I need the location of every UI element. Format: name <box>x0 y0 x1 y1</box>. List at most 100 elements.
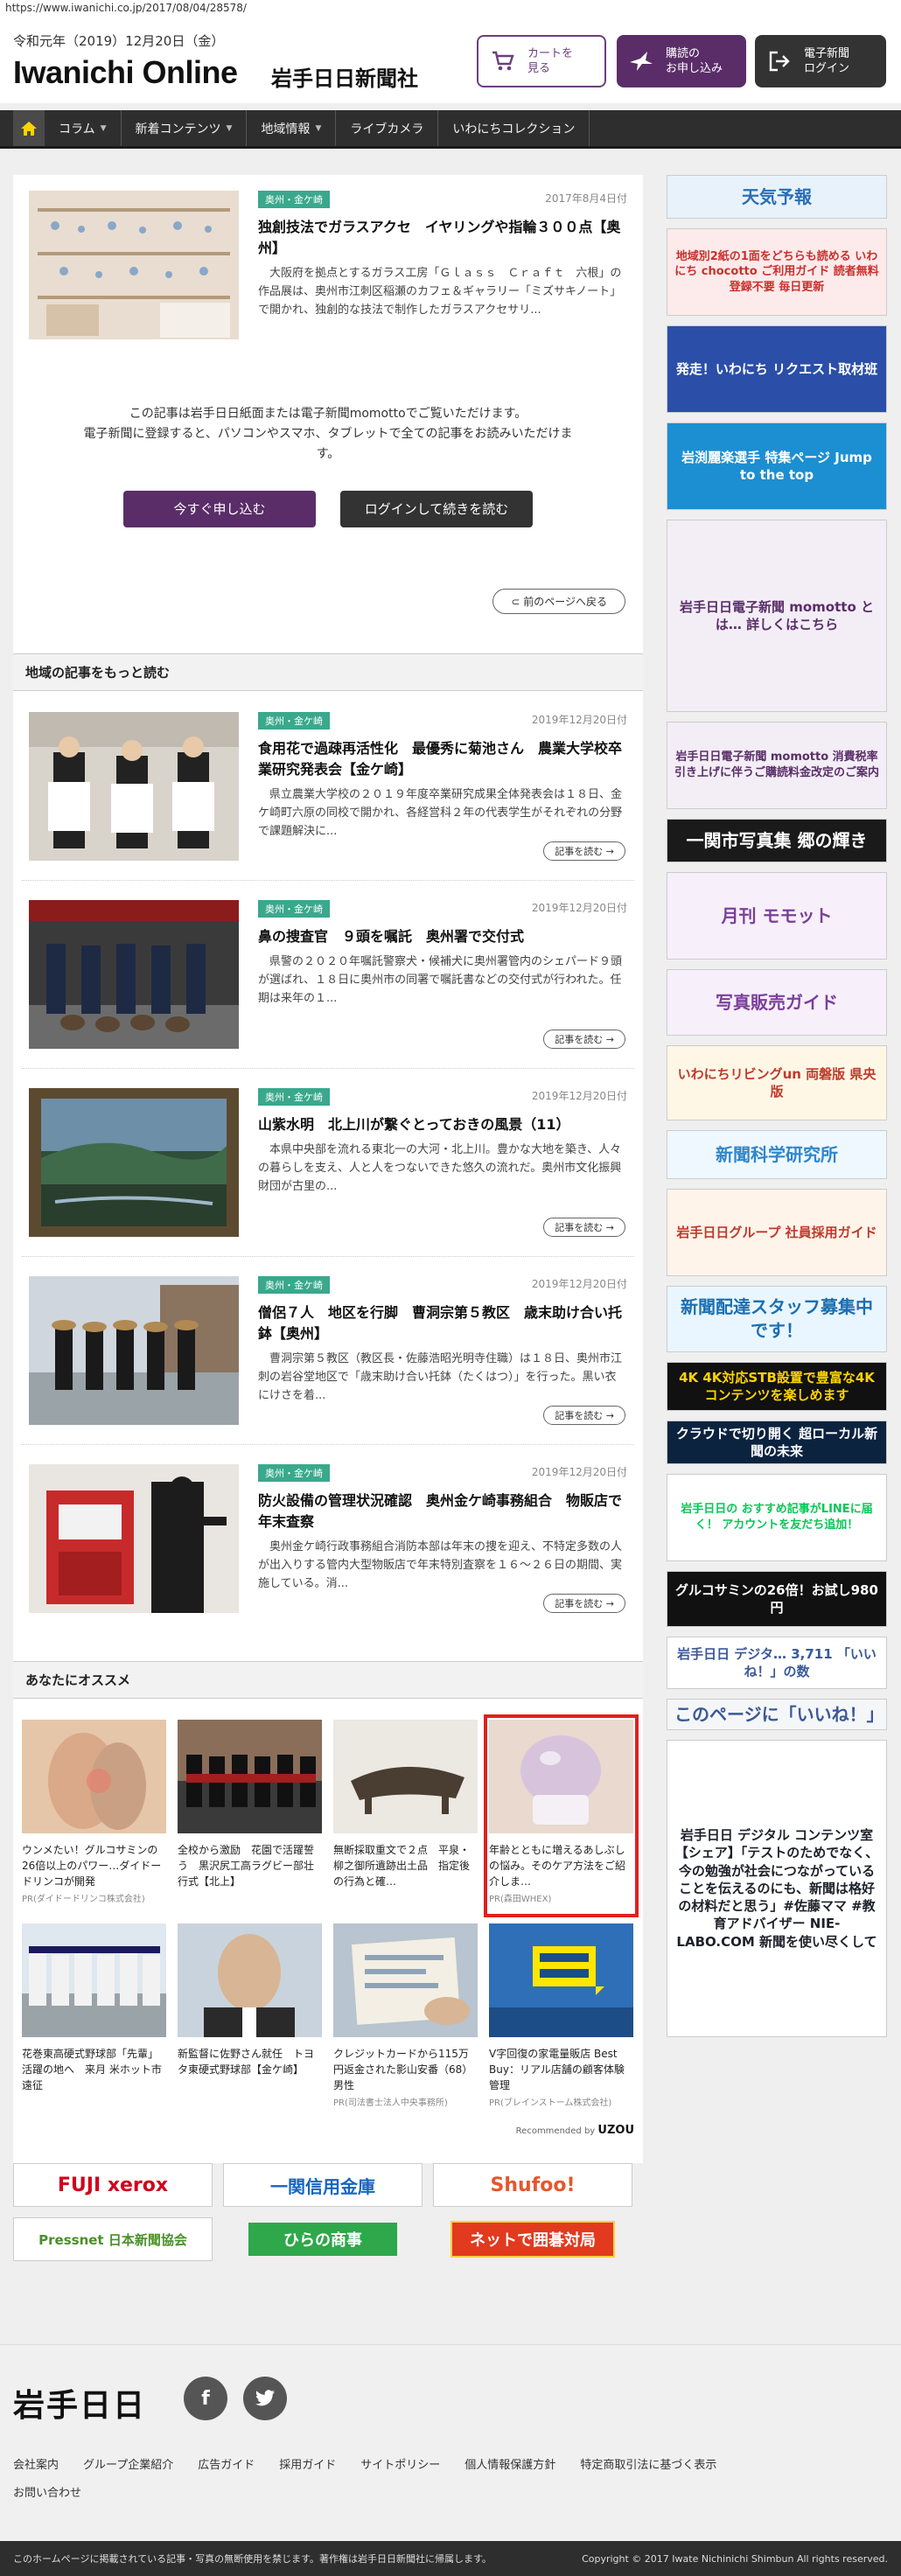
recommend-card[interactable]: 年齢とともに増えるあしぶしの悩み。そのケア方法をご紹介しま… PR(森田WHEX… <box>484 1714 639 1917</box>
site-header: 令和元年（2019）12月20日（金） Iwanichi Online 岩手日日… <box>0 16 901 103</box>
article-title: 僧侶７人 地区を行脚 曹洞宗第５教区 歳末助け合い托鉢【奥州】 <box>258 1304 623 1342</box>
recommend-thumbnail <box>489 1720 633 1833</box>
facebook-icon[interactable]: f <box>184 2377 227 2420</box>
area-tag[interactable]: 奥州・金ケ崎 <box>258 712 330 730</box>
read-more-button[interactable]: 記事を読む → <box>543 841 625 861</box>
partner-banners: FUJI xerox 一関信用金庫 Shufoo! Pressnet 日本新聞協… <box>13 2163 643 2296</box>
area-tag[interactable]: 奥州・金ケ崎 <box>258 900 330 918</box>
sidebar-banner[interactable]: いわにちリビングun 両磐版 県央版 <box>667 1045 887 1120</box>
area-tag[interactable]: 奥州・金ケ崎 <box>258 1464 330 1482</box>
nav-item-live-camera[interactable]: ライブカメラ <box>336 110 439 146</box>
cart-button[interactable]: カートを 見る <box>477 35 606 87</box>
article-summary: 大阪府を拠点とするガラス工房「Ｇｌａｓｓ Ｃｒａｆｔ 六根」の作品展は、奥州市江… <box>258 267 622 317</box>
read-more-button[interactable]: 記事を読む → <box>543 1406 625 1425</box>
site-logo[interactable]: Iwanichi Online <box>13 54 238 91</box>
sidebar-banner[interactable]: 岩手日日の おすすめ記事がLINEに届く！ アカウントを友だち追加！ <box>667 1474 887 1561</box>
recommend-card[interactable]: 新監督に佐野さん就任 トヨタ東硬式野球部【金ケ崎】 <box>178 1923 322 2108</box>
arrow-right-icon: → <box>605 1598 614 1609</box>
recommend-thumbnail <box>22 1720 166 1833</box>
sidebar-banner[interactable]: 天気予報 <box>667 175 887 219</box>
partner-ichinoseki-shinkin[interactable]: 一関信用金庫 <box>223 2163 423 2207</box>
partner-fuji-xerox[interactable]: FUJI xerox <box>13 2163 213 2207</box>
sidebar-banner[interactable]: 発走！いわにち リクエスト取材班 <box>667 325 887 413</box>
area-tag[interactable]: 奥州・金ケ崎 <box>258 1088 330 1106</box>
list-item[interactable]: 奥州・金ケ崎 2019年12月20日付 僧侶７人 地区を行脚 曹洞宗第５教区 歳… <box>22 1276 634 1445</box>
sidebar-banner[interactable]: 岩手日日グループ 社員採用ガイド <box>667 1189 887 1276</box>
site-logo-sub: 岩手日日新聞社 <box>271 66 418 91</box>
area-tag[interactable]: 奥州・金ケ崎 <box>258 1276 330 1294</box>
nav-item-new-content[interactable]: 新着コンテンツ ▼ <box>122 110 248 146</box>
list-item[interactable]: 奥州・金ケ崎 2019年12月20日付 山紫水明 北上川が繋ぐとっておきの風景（… <box>22 1088 634 1257</box>
footer-link-commerce-law[interactable]: 特定商取引法に基づく表示 <box>580 2455 716 2472</box>
footer-link-recruit[interactable]: 採用ガイド <box>279 2455 336 2472</box>
sidebar-banner[interactable]: グルコサミンの26倍！お試し980円 <box>667 1571 887 1627</box>
article-date: 2019年12月20日付 <box>531 714 627 726</box>
footer-link-ad-guide[interactable]: 広告ガイド <box>198 2455 255 2472</box>
recommended-by: Recommended by UZOU <box>515 2124 634 2137</box>
partner-hirano-shoji[interactable]: ひらの商事 <box>223 2217 423 2261</box>
sidebar-banner[interactable]: 岩手日日 デジタ… 3,711 「いいね！」の数 <box>667 1637 887 1689</box>
nav-item-local-info[interactable]: 地域情報 ▼ <box>247 110 337 146</box>
login-button[interactable]: 電子新聞 ログイン <box>755 35 886 87</box>
sidebar-banner[interactable]: 岩手日日電子新聞 momotto とは… 詳しくはこちら <box>667 520 887 712</box>
login-to-continue-button[interactable]: ログインして続きを読む <box>340 491 533 527</box>
sidebar-banner[interactable]: 4K 4K対応STB設置で豊富な4Kコンテンツを楽しめます <box>667 1362 887 1411</box>
subscribe-now-button[interactable]: 今すぐ申し込む <box>123 491 316 527</box>
area-tag[interactable]: 奥州・金ケ崎 <box>258 191 330 208</box>
footer-link-group[interactable]: グループ企業紹介 <box>83 2455 173 2472</box>
sidebar-banner[interactable]: 一関市写真集 郷の輝き <box>667 819 887 862</box>
recommend-card[interactable]: クレジットカードから115万円返金された影山安番（68）男性 PR(司法書士法人… <box>333 1923 478 2108</box>
main-nav: コラム ▼ 新着コンテンツ ▼ 地域情報 ▼ ライブカメラ いわにちコレクション <box>0 110 901 149</box>
list-item[interactable]: 奥州・金ケ崎 2019年12月20日付 食用花で過疎再活性化 最優秀に菊池さん … <box>22 712 634 881</box>
partner-shufoo[interactable]: Shufoo! <box>433 2163 632 2207</box>
copyright: Copyright © 2017 Iwate Nichinichi Shimbu… <box>582 2552 888 2565</box>
uzou-logo[interactable]: UZOU <box>597 2124 634 2137</box>
article-title: 食用花で過疎再活性化 最優秀に菊池さん 農業大学校卒業研究発表会【金ケ崎】 <box>258 740 623 778</box>
nav-item-column[interactable]: コラム ▼ <box>45 110 122 146</box>
article-thumbnail <box>29 900 239 1049</box>
article-date: 2019年12月20日付 <box>531 1090 627 1102</box>
recommend-thumbnail <box>22 1923 166 2037</box>
sidebar-banner[interactable]: 岩手日日 デジタル コンテンツ室 【シェア】「テストのためでなく、今の勉強が社会… <box>667 1740 887 2037</box>
sidebar-banner[interactable]: このページに「いいね！」 <box>667 1699 887 1730</box>
sidebar-banner[interactable]: 月刊 モモット <box>667 872 887 960</box>
sidebar-banner[interactable]: 写真販売ガイド <box>667 969 887 1036</box>
recommend-card[interactable]: ウンメたい！グルコサミンの26倍以上のパワー…ダイドードリンコが開発 PR(ダイ… <box>22 1720 166 1904</box>
recommend-card[interactable]: V字回復の家電量販店 Best Buy：リアル店舗の顧客体験管理 PR(ブレイン… <box>489 1923 633 2108</box>
recommend-card[interactable]: 無断採取重文で２点 平泉・柳之御所遺跡出土品 指定後の行為と確… <box>333 1720 478 1904</box>
usage-notice: このホームページに掲載されている記事・写真の無断使用を禁じます。著作権は岩手日日… <box>13 2553 492 2565</box>
twitter-icon[interactable] <box>243 2377 287 2420</box>
back-button[interactable]: ⊂ 前のページへ戻る <box>492 589 625 614</box>
cart-icon <box>489 47 517 75</box>
read-more-button[interactable]: 記事を読む → <box>543 1594 625 1613</box>
read-more-button[interactable]: 記事を読む → <box>543 1030 625 1049</box>
subscribe-button[interactable]: 購読の お申し込み <box>617 35 746 87</box>
footer-link-privacy[interactable]: 個人情報保護方針 <box>464 2455 555 2472</box>
recommend-thumbnail <box>333 1923 478 2037</box>
nav-item-collection[interactable]: いわにちコレクション <box>438 110 590 146</box>
home-button[interactable] <box>13 110 45 146</box>
more-articles-list: 奥州・金ケ崎 2019年12月20日付 食用花で過疎再活性化 最優秀に菊池さん … <box>13 712 643 1652</box>
sidebar-banner[interactable]: 岩渕麗楽選手 特集ページ Jump to the top <box>667 422 887 510</box>
recommend-card[interactable]: 花巻東高硬式野球部「先輩」活躍の地へ 来月 米ホット市遠征 <box>22 1923 166 2108</box>
partner-net-igo[interactable]: ネットで囲碁対局 <box>433 2217 632 2261</box>
sidebar-banner[interactable]: 新聞配達スタッフ募集中です！ <box>667 1286 887 1352</box>
footer-link-contact[interactable]: お問い合わせ <box>13 2483 81 2500</box>
footer-link-company[interactable]: 会社案内 <box>13 2455 59 2472</box>
article-thumbnail <box>29 1276 239 1425</box>
footer-logo[interactable]: 岩手日日 <box>13 2380 146 2426</box>
list-item[interactable]: 奥州・金ケ崎 2019年12月20日付 鼻の捜査官 ９頭を嘱託 奥州署で交付式 … <box>22 900 634 1069</box>
partner-pressnet[interactable]: Pressnet 日本新聞協会 <box>13 2217 213 2261</box>
footer-link-site-policy[interactable]: サイトポリシー <box>360 2455 440 2472</box>
login-icon <box>765 47 793 75</box>
sidebar-banner[interactable]: 新聞科学研究所 <box>667 1130 887 1179</box>
sidebar-banner[interactable]: 地域別2紙の1面をどちらも読める いわにち chocotto ご利用ガイド 読者… <box>667 228 887 316</box>
recommend-heading: あなたにオススメ <box>13 1661 643 1699</box>
list-item[interactable]: 奥州・金ケ崎 2019年12月20日付 防火設備の管理状況確認 奥州金ケ崎事務組… <box>22 1464 634 1632</box>
article-summary: 本県中央部を流れる東北一の大河・北上川。豊かな大地を築き、人々の暮らしを支え、人… <box>258 1143 622 1193</box>
sidebar-banner[interactable]: クラウドで切り開く 超ローカル新聞の未来 <box>667 1421 887 1464</box>
read-more-button[interactable]: 記事を読む → <box>543 1218 625 1237</box>
sidebar-banner[interactable]: 岩手日日電子新聞 momotto 消費税率引き上げに伴うご購読料金改定のご案内 <box>667 722 887 809</box>
recommend-thumbnail <box>178 1923 322 2037</box>
recommend-card[interactable]: 全校から激励 花園で活躍誓う 黒沢尻工高ラグビー部壮行式【北上】 <box>178 1720 322 1904</box>
